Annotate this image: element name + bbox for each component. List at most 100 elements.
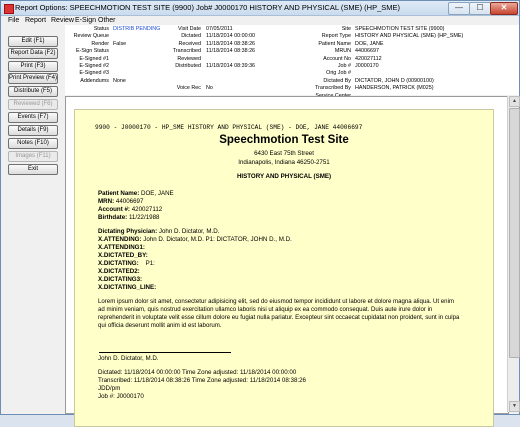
received-value: 11/18/2014 08:38:26 — [206, 40, 256, 47]
doc-account-value: 420027112 — [131, 206, 163, 213]
menu-report[interactable]: Report — [25, 16, 46, 25]
menu-other[interactable]: Other — [98, 16, 116, 25]
doc-mrn-label: MRN: — [98, 198, 115, 205]
account-no-value: 420027112 — [355, 55, 382, 62]
received-label: Received — [178, 40, 201, 47]
document-header-line: 9900 - J0000170 - HP_SME HISTORY AND PHY… — [95, 124, 363, 131]
account-line: Account #: 420027112 — [98, 206, 162, 214]
doc-mrn-value: 44006697 — [115, 198, 144, 205]
report-header-info: Status Review Queue Render E-Sign Status… — [65, 25, 519, 99]
menu-esign[interactable]: E-Sign — [75, 16, 96, 25]
visit-date-value: 07/05/2011 — [206, 26, 233, 32]
minimize-button[interactable]: — — [448, 2, 470, 15]
doc-dictating2-label: X.DICTATING: — [98, 260, 139, 267]
events-button[interactable]: Events (F7) — [8, 112, 58, 123]
distributed-label: Distributed — [175, 63, 201, 70]
doc-attending-label: X.ATTENDING: — [98, 236, 142, 243]
title-bar[interactable]: Report Options: SPEECHMOTION TEST SITE (… — [1, 1, 519, 16]
action-panel: Edit (F1) Report Data (F2) Print (F3) Pr… — [1, 25, 65, 414]
col2-labels: Visit Date Dictated Received Transcribed… — [157, 26, 201, 93]
site-value: SPEECHMOTION TEST SITE (9900) — [355, 26, 445, 32]
doc-patient-value: DOE, JANE — [141, 190, 174, 197]
doc-patient-label: Patient Name: — [98, 190, 140, 197]
exit-button[interactable]: Exit — [8, 164, 58, 175]
render-label: Render — [91, 40, 109, 47]
orig-job-value — [355, 70, 515, 77]
esign-status-label: E-Sign Status — [76, 48, 109, 55]
signature-name: John D. Dictator, M.D. — [98, 355, 159, 362]
maximize-button[interactable]: ☐ — [469, 2, 491, 15]
dictated-timestamp-line: Dictated: 11/18/2014 00:00:00 Time Zone … — [98, 369, 297, 376]
scroll-down-arrow-icon[interactable]: ▼ — [509, 401, 520, 412]
initials-line: JDD/pm — [98, 385, 121, 392]
visit-date-label: Visit Date — [178, 26, 201, 32]
dictated2-line: X.DICTATED2: — [98, 268, 140, 275]
transcribed-by-value: HANDERSON, PATRICK (M025) — [355, 85, 434, 92]
reviewed-value — [206, 56, 278, 63]
mrun-label: MRUN — [334, 48, 351, 55]
transcribed-timestamp-line: Transcribed: 11/18/2014 08:38:26 Time Zo… — [98, 377, 307, 384]
patient-name-label: Patient Name — [318, 40, 351, 47]
details-button[interactable]: Details (F9) — [8, 125, 58, 136]
notes-button[interactable]: Notes (F10) — [8, 138, 58, 149]
edit-button[interactable]: Edit (F1) — [8, 36, 58, 47]
report-type-value: HISTORY AND PHYSICAL (SME) (HP_SME) — [355, 33, 464, 40]
reviewed-label: Reviewed — [177, 55, 201, 62]
esigned-3-label: E-Signed #3 — [79, 70, 109, 77]
reviewed-button[interactable]: Reviewed (F6) — [8, 99, 58, 110]
report-type-label: Report Type — [321, 33, 351, 40]
report-page: 9900 - J0000170 - HP_SME HISTORY AND PHY… — [74, 109, 494, 427]
scroll-thumb[interactable] — [509, 108, 520, 358]
report-viewer[interactable]: 9900 - J0000170 - HP_SME HISTORY AND PHY… — [65, 96, 509, 427]
review-queue-label: Review Queue — [73, 33, 109, 40]
images-button[interactable]: Images (F11) — [8, 151, 58, 162]
signature-rule — [99, 352, 231, 353]
attending1-line: X.ATTENDING1: — [98, 244, 145, 251]
transcribed-value: 11/18/2014 08:38:26 — [206, 48, 256, 55]
report-title: HISTORY AND PHYSICAL (SME) — [236, 173, 332, 180]
job-number-line: Job #: J0000170 — [98, 393, 144, 400]
job-number-value: J0000170 — [355, 63, 379, 70]
site-label: Site — [341, 26, 351, 32]
status-label: Status — [93, 26, 109, 32]
transcribed-by-label: Transcribed By — [314, 85, 351, 92]
app-icon — [4, 4, 14, 14]
attending-line: X.ATTENDING: John D. Dictator, M.D. P1: … — [98, 236, 292, 244]
scroll-up-arrow-icon[interactable]: ▲ — [509, 96, 520, 107]
col3-values: SPEECHMOTION TEST SITE (9900) HISTORY AN… — [355, 26, 515, 100]
print-button[interactable]: Print (F3) — [8, 61, 58, 72]
menu-review[interactable]: Review — [51, 16, 74, 25]
voice-rec-value: No — [206, 85, 213, 92]
orig-job-label: Orig Job # — [326, 70, 351, 77]
report-data-button[interactable]: Report Data (F2) — [8, 48, 58, 59]
site-address-line1: 6430 East 75th Street — [254, 150, 314, 157]
mrn-line: MRN: 44006697 — [98, 198, 143, 206]
addendums-label: Addendums — [80, 77, 109, 84]
doc-birthdate-value: 11/22/1988 — [128, 214, 160, 221]
col2-values: 07/05/2011 11/18/2014 00:00:00 11/18/201… — [206, 26, 278, 93]
dictated-by-value: DICTATOR, JOHN D (00900100) — [355, 77, 434, 84]
transcribed-label: Transcribed — [172, 48, 201, 55]
close-button[interactable]: ✕ — [490, 2, 518, 15]
dictating-line-line: X.DICTATING_LINE: — [98, 284, 157, 291]
doc-birthdate-label: Birthdate: — [98, 214, 128, 221]
distribute-button[interactable]: Distribute (F5) — [8, 86, 58, 97]
menu-file[interactable]: File — [8, 16, 19, 25]
col1-labels: Status Review Queue Render E-Sign Status… — [65, 26, 109, 85]
print-preview-button[interactable]: Print Preview (F4) — [8, 73, 58, 84]
col3-labels: Site Report Type Patient Name MRUN Accou… — [301, 26, 351, 100]
birthdate-line: Birthdate: 11/22/1988 — [98, 214, 159, 222]
lorem-paragraph: Lorem ipsum dolor sit amet, consectetur … — [98, 298, 460, 329]
window-title: Report Options: SPEECHMOTION TEST SITE (… — [15, 3, 400, 12]
dictated-label: Dictated — [181, 33, 201, 40]
vertical-scrollbar[interactable]: ▲ ▼ — [507, 96, 520, 412]
site-address-line2: Indianapolis, Indiana 46250-2751 — [238, 159, 330, 166]
doc-dictating2-value: P1: — [145, 260, 155, 267]
report-options-window: Report Options: SPEECHMOTION TEST SITE (… — [0, 0, 520, 427]
doc-attending-value: John D. Dictator, M.D. P1: DICTATOR, JOH… — [143, 236, 292, 243]
doc-account-label: Account #: — [98, 206, 130, 213]
dictating-physician-line: Dictating Physician: John D. Dictator, M… — [98, 228, 219, 236]
menu-bar: File Report Review E-Sign Other — [1, 16, 519, 25]
patient-name-value: DOE, JANE — [355, 40, 384, 47]
esigned-2-label: E-Signed #2 — [79, 63, 109, 70]
